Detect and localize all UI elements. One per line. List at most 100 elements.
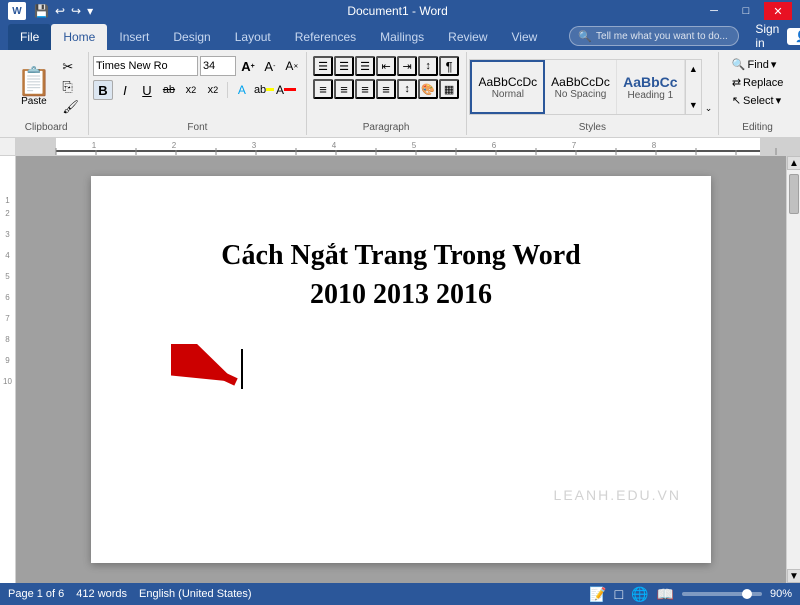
font-shrink-button[interactable]: A- bbox=[260, 56, 280, 76]
tab-layout[interactable]: Layout bbox=[223, 24, 283, 50]
style-nospace-preview: AaBbCcDc bbox=[551, 75, 610, 89]
strikethrough-button[interactable]: ab bbox=[159, 80, 179, 100]
select-dropdown-icon: ▾ bbox=[776, 94, 782, 107]
styles-expand-button[interactable]: ⌄ bbox=[702, 101, 716, 116]
tab-review[interactable]: Review bbox=[436, 24, 499, 50]
maximize-button[interactable]: □ bbox=[732, 2, 760, 20]
ruler-num-6: 6 bbox=[5, 293, 9, 302]
align-right-button[interactable]: ≡ bbox=[355, 79, 375, 99]
font-row-2: B I U ab x2 x2 A ab A bbox=[93, 80, 296, 100]
font-label: Font bbox=[187, 120, 207, 133]
shading-button[interactable]: 🎨 bbox=[418, 79, 438, 99]
decrease-indent-button[interactable]: ⇤ bbox=[376, 56, 396, 76]
ruler-num-4: 4 bbox=[5, 251, 9, 260]
replace-button[interactable]: ⇄ Replace bbox=[726, 74, 790, 91]
tab-home[interactable]: Home bbox=[51, 24, 107, 50]
multilevel-button[interactable]: ☰ bbox=[355, 56, 375, 76]
tab-design[interactable]: Design bbox=[161, 24, 222, 50]
line-spacing-button[interactable]: ↕ bbox=[397, 79, 417, 99]
find-label: Find bbox=[748, 59, 769, 71]
align-center-button[interactable]: ≡ bbox=[334, 79, 354, 99]
tab-view[interactable]: View bbox=[500, 24, 550, 50]
increase-indent-button[interactable]: ⇥ bbox=[397, 56, 417, 76]
font-grow-button[interactable]: A+ bbox=[238, 56, 258, 76]
style-normal[interactable]: AaBbCcDc Normal bbox=[470, 60, 545, 114]
scroll-track[interactable] bbox=[787, 170, 800, 569]
copy-button[interactable]: ⎘ bbox=[59, 78, 82, 96]
ruler-corner bbox=[0, 138, 16, 155]
customize-button[interactable]: ▾ bbox=[85, 4, 95, 18]
borders-button[interactable]: ▦ bbox=[439, 79, 459, 99]
paragraph-label: Paragraph bbox=[363, 120, 410, 133]
tellme-label: Tell me what you want to do... bbox=[596, 31, 728, 42]
find-dropdown-icon: ▾ bbox=[771, 58, 777, 71]
underline-button[interactable]: U bbox=[137, 80, 157, 100]
text-effects-button[interactable]: A bbox=[232, 80, 252, 100]
paste-button[interactable]: 📋 Paste bbox=[10, 64, 57, 111]
ruler-area: 1 2 3 4 5 6 7 8 bbox=[0, 138, 800, 156]
scroll-down-button[interactable]: ▼ bbox=[787, 569, 800, 583]
share-button[interactable]: 👤 Share bbox=[787, 28, 800, 45]
svg-text:6: 6 bbox=[492, 141, 497, 150]
show-formatting-button[interactable]: ¶ bbox=[439, 56, 459, 76]
vertical-scrollbar[interactable]: ▲ ▼ bbox=[786, 156, 800, 583]
red-arrow bbox=[171, 344, 251, 394]
font-name-input[interactable] bbox=[93, 56, 198, 76]
font-color-button[interactable]: A bbox=[276, 80, 296, 100]
text-cursor bbox=[241, 349, 243, 389]
svg-text:5: 5 bbox=[412, 141, 417, 150]
italic-button[interactable]: I bbox=[115, 80, 135, 100]
style-nospace[interactable]: AaBbCcDc No Spacing bbox=[545, 60, 617, 114]
find-button[interactable]: 🔍 Find ▾ bbox=[726, 56, 783, 73]
ruler-num-5: 5 bbox=[5, 272, 9, 281]
redo-button[interactable]: ↪ bbox=[69, 4, 83, 18]
document-page[interactable]: Cách Ngắt Trang Trong Word 2010 2013 201… bbox=[91, 176, 711, 563]
styles-scroll-down[interactable]: ▼ bbox=[686, 98, 701, 112]
vertical-ruler: 1 2 3 4 5 6 7 8 9 10 bbox=[0, 156, 16, 583]
undo-button[interactable]: ↩ bbox=[53, 4, 67, 18]
cursor-area[interactable] bbox=[171, 334, 631, 394]
select-label: Select bbox=[743, 95, 774, 107]
close-button[interactable]: ✕ bbox=[764, 2, 792, 20]
justify-button[interactable]: ≡ bbox=[376, 79, 396, 99]
format-painter-button[interactable]: 🖌 bbox=[59, 98, 82, 116]
bold-button[interactable]: B bbox=[93, 80, 113, 100]
tab-insert[interactable]: Insert bbox=[107, 24, 161, 50]
document-title: Cách Ngắt Trang Trong Word 2010 2013 201… bbox=[171, 236, 631, 314]
tab-mailings[interactable]: Mailings bbox=[368, 24, 436, 50]
word-logo: W bbox=[8, 2, 26, 20]
tab-file[interactable]: File bbox=[8, 24, 51, 50]
word-count: 412 words bbox=[76, 588, 127, 600]
zoom-slider[interactable] bbox=[682, 592, 762, 596]
tell-me-input[interactable]: 🔍 Tell me what you want to do... bbox=[569, 26, 739, 46]
document-area[interactable]: Cách Ngắt Trang Trong Word 2010 2013 201… bbox=[16, 156, 786, 583]
tab-references[interactable]: References bbox=[283, 24, 368, 50]
select-button[interactable]: ↖ Select ▾ bbox=[726, 92, 787, 109]
bullets-button[interactable]: ☰ bbox=[313, 56, 333, 76]
highlight-button[interactable]: ab bbox=[254, 80, 274, 100]
save-button[interactable]: 💾 bbox=[32, 4, 51, 18]
scroll-up-button[interactable]: ▲ bbox=[787, 156, 800, 170]
styles-scroll-up[interactable]: ▲ bbox=[686, 62, 701, 76]
titlebar-left: W 💾 ↩ ↪ ▾ bbox=[8, 2, 95, 20]
signin-button[interactable]: Sign in bbox=[755, 22, 779, 50]
watermark: LEANH.EDU.VN bbox=[554, 487, 681, 503]
style-normal-preview: AaBbCcDc bbox=[478, 75, 537, 89]
style-heading1[interactable]: AaBbCc Heading 1 bbox=[617, 60, 685, 114]
superscript-button[interactable]: x2 bbox=[203, 80, 223, 100]
align-left-button[interactable]: ≡ bbox=[313, 79, 333, 99]
subscript-button[interactable]: x2 bbox=[181, 80, 201, 100]
clear-format-button[interactable]: A✕ bbox=[282, 56, 302, 76]
ruler-marks: 1 2 3 4 5 6 7 8 bbox=[16, 138, 800, 155]
highlight-color-bar bbox=[266, 88, 274, 91]
ruler-num-10: 10 bbox=[3, 377, 12, 386]
sort-button[interactable]: ↕ bbox=[418, 56, 438, 76]
find-icon: 🔍 bbox=[732, 58, 746, 71]
font-size-input[interactable] bbox=[200, 56, 236, 76]
zoom-thumb[interactable] bbox=[742, 589, 752, 599]
scroll-thumb[interactable] bbox=[789, 174, 799, 214]
font-group: A+ A- A✕ B I U ab x2 x2 A ab A bbox=[89, 52, 306, 135]
cut-button[interactable]: ✂ bbox=[59, 58, 82, 76]
minimize-button[interactable]: ─ bbox=[700, 2, 728, 20]
numbering-button[interactable]: ☰ bbox=[334, 56, 354, 76]
